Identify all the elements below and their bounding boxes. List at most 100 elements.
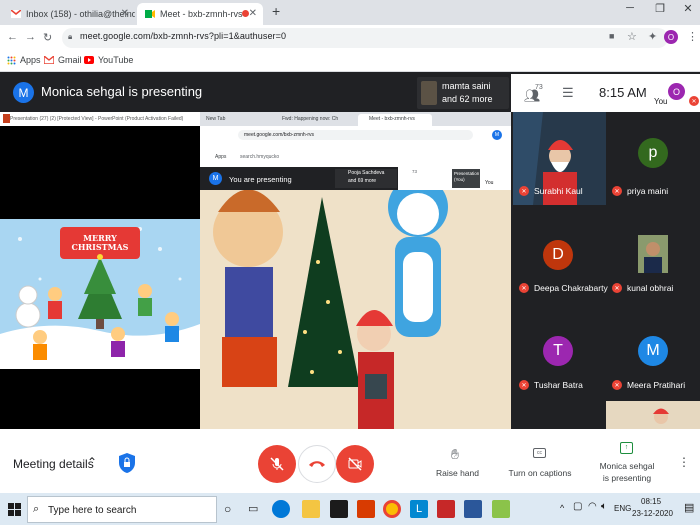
lync-icon[interactable]: L [410, 500, 428, 518]
mic-off-icon: ✕ [612, 380, 622, 390]
presenter-banner: Monica sehgal is presenting [41, 84, 203, 99]
participant-video-partial[interactable] [606, 401, 700, 429]
meeting-details-label[interactable]: Meeting details [13, 457, 94, 471]
presenting-line1[interactable]: Monica sehgal [592, 461, 662, 471]
camera-off-button[interactable] [336, 445, 374, 483]
bookmark-gmail[interactable]: Gmail [44, 55, 82, 65]
raise-hand-icon[interactable]: ✋︎ [451, 446, 459, 463]
lock-icon: 🔒︎ [68, 32, 73, 41]
inner-apps: Apps [215, 154, 227, 160]
participant-thumbnail [421, 81, 437, 105]
chevron-up-icon[interactable]: ⌃ [87, 455, 97, 469]
mic-off-icon: ✕ [519, 283, 529, 293]
cortana-icon[interactable]: ○ [224, 502, 231, 516]
file-explorer-icon[interactable] [302, 500, 320, 518]
back-icon[interactable]: ← [7, 31, 18, 43]
tab-inbox[interactable]: Inbox (158) - othilia@theindians ✕ [3, 3, 135, 25]
inner-presenter-screen: New Tab Fwd: Happening now: Ch Meet - bx… [200, 112, 511, 432]
mic-off-icon: ✕ [519, 380, 529, 390]
menu-icon[interactable]: ⋮ [687, 30, 698, 43]
inner-url: meet.google.com/bxb-zmnh-rvs [244, 132, 315, 138]
camera-off-icon [348, 457, 362, 471]
apps-grid-icon [7, 56, 16, 64]
participant-name: Meera Pratihari [627, 380, 686, 390]
others-name: mamta saini [442, 81, 491, 91]
participant-name: kunal obhrai [627, 283, 674, 293]
participant-avatar: M [638, 336, 668, 366]
more-options-icon[interactable]: ⋮ [678, 455, 690, 469]
leave-call-button[interactable] [298, 445, 336, 483]
bookmark-youtube[interactable]: YouTube [84, 55, 133, 65]
raise-hand-label[interactable]: Raise hand [430, 468, 485, 478]
hang-up-icon [309, 461, 325, 467]
participant-name: Surabhi Kaul [534, 186, 583, 196]
clock-date[interactable]: 23-12-2020 [632, 509, 673, 518]
presenter-avatar: M [13, 82, 34, 103]
others-more: and 62 more [442, 94, 493, 104]
antivirus-icon[interactable] [437, 500, 455, 518]
maximize-button[interactable]: ❐ [650, 2, 670, 15]
chrome-icon[interactable] [383, 500, 401, 518]
profile-avatar[interactable]: O [664, 30, 678, 44]
reload-icon[interactable]: ↻ [43, 31, 52, 44]
wifi-icon[interactable]: ◠ [588, 501, 597, 512]
inner-presenting-text: You are presenting [229, 175, 292, 184]
shield-icon[interactable] [118, 452, 136, 474]
participant-avatar: p [638, 138, 668, 168]
extensions-icon[interactable]: ✦ [648, 30, 657, 43]
language-indicator[interactable]: ENG [614, 504, 631, 513]
inner-tab-strip [200, 112, 511, 126]
camera-icon[interactable]: ■ [609, 31, 614, 41]
christmas-slide: MERRY CHRISTMAS [0, 219, 200, 369]
tab-meet[interactable]: Meet - bxb-zmnh-rvs ✕ [137, 3, 263, 25]
new-tab-button[interactable]: + [272, 3, 280, 19]
participant-count: 73 [535, 84, 543, 91]
present-screen-icon[interactable]: ↑ [620, 442, 633, 454]
meeting-time: 8:15 AM [599, 85, 647, 100]
participant-name: Deepa Chakrabarty [534, 283, 608, 293]
edge-icon[interactable] [272, 500, 290, 518]
mic-off-icon: ✕ [519, 186, 529, 196]
store-icon[interactable] [330, 500, 348, 518]
app-icon[interactable] [492, 500, 510, 518]
kunal-video [638, 235, 668, 273]
office-icon[interactable] [357, 500, 375, 518]
close-window-button[interactable]: ✕ [678, 2, 698, 15]
tray-network-icon[interactable]: ▢ [573, 501, 582, 512]
participant-video-kunal[interactable] [638, 235, 668, 273]
close-tab-icon[interactable]: ✕ [249, 8, 257, 19]
self-avatar: O [668, 83, 685, 100]
forward-icon[interactable]: → [25, 31, 36, 43]
volume-icon[interactable]: 🔈︎ [601, 501, 607, 512]
gmail-icon [44, 56, 54, 64]
inner-you-label: You [485, 180, 494, 186]
presenting-line2[interactable]: is presenting [592, 473, 662, 483]
word-icon[interactable] [464, 500, 482, 518]
inner-others-more: and 69 more [348, 178, 377, 184]
bookmark-gmail-label: Gmail [58, 55, 82, 65]
windows-start-icon[interactable] [8, 503, 21, 516]
chat-icon[interactable]: ☰ [562, 85, 574, 101]
participant-avatar: T [543, 336, 573, 366]
bookmark-apps[interactable]: Apps [7, 55, 41, 65]
clock-time[interactable]: 08:15 [641, 497, 661, 506]
gmail-icon [11, 10, 21, 18]
tray-chevron-icon[interactable]: ^ [560, 503, 564, 513]
captions-icon[interactable]: cc [533, 448, 546, 458]
mic-off-icon [270, 457, 284, 471]
inner-tab-newtab: New Tab [206, 116, 226, 122]
bookmark-apps-label: Apps [20, 55, 41, 65]
powerpoint-title-bar: Presentation (27) (2) [Protected View] -… [0, 112, 200, 126]
task-view-icon[interactable]: ▭ [248, 502, 258, 515]
notifications-icon[interactable]: ▤ [684, 501, 694, 514]
slide-greeting: MERRY CHRISTMAS [71, 233, 129, 252]
inner-tab-meet: Meet - bxb-zmnh-rvs [369, 116, 415, 122]
participant-name: Tushar Batra [534, 380, 583, 390]
microphone-off-button[interactable] [258, 445, 296, 483]
close-tab-icon[interactable]: ✕ [121, 8, 129, 19]
captions-label[interactable]: Turn on captions [505, 468, 575, 478]
minimize-button[interactable]: ─ [620, 2, 640, 14]
youtube-icon [84, 56, 94, 64]
meet-icon [145, 10, 155, 18]
star-icon[interactable]: ☆ [627, 30, 637, 43]
